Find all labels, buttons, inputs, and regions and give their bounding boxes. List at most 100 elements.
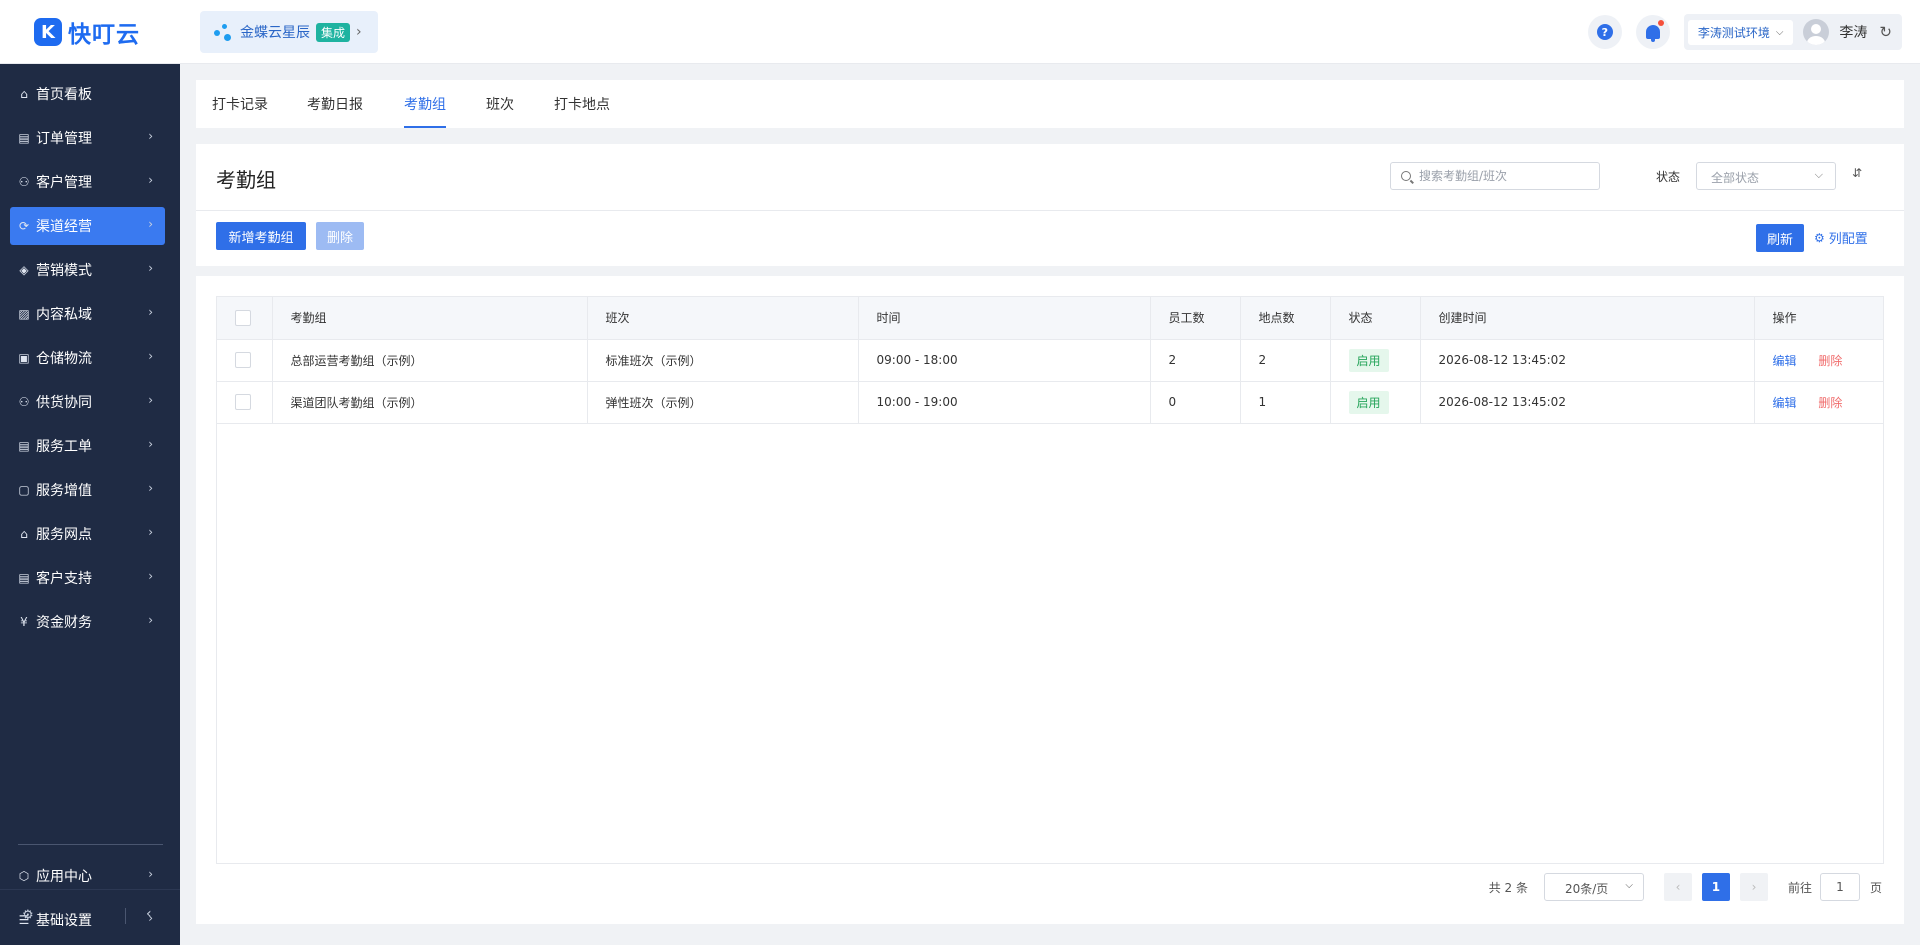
add-attendance-group-button[interactable]: 新增考勤组 — [216, 222, 306, 250]
user-icon: ⚇ — [18, 175, 30, 189]
ticket-icon: ▤ — [18, 439, 30, 453]
tab-punch-locations[interactable]: 打卡地点 — [554, 94, 610, 128]
table-row: 总部运营考勤组（示例） 标准班次（示例） 09:00 - 18:00 2 2 启… — [217, 339, 1883, 382]
cell-created: 2026-08-12 13:45:02 — [1420, 339, 1755, 382]
status-filter-label: 状态 — [1656, 170, 1681, 184]
page-number-button[interactable]: 1 — [1701, 873, 1730, 901]
edit-link[interactable]: 编辑 — [1773, 354, 1797, 368]
notification-button[interactable] — [1635, 15, 1670, 49]
delete-link[interactable]: 删除 — [1818, 354, 1842, 368]
column-config-button[interactable]: ⚙ 列配置 — [1814, 228, 1868, 248]
sidebar-item-label: 营销模式 — [36, 263, 92, 279]
support-icon: ▤ — [18, 571, 30, 585]
sidebar: ⌂ 首页看板 ▤ 订单管理 › ⚇ 客户管理 › ⟳ 渠道经营 › ◈ 营销模式 › ▨ 内容私域 › ▣ 仓储物流… — [0, 64, 180, 945]
cell-actions: 编辑 删除 — [1754, 381, 1883, 424]
status-filter-select[interactable]: 全部状态 ⌵ — [1696, 162, 1836, 190]
cell-group: 渠道团队考勤组（示例） — [272, 381, 588, 424]
delete-button[interactable]: 删除 — [316, 222, 364, 250]
sidebar-item-12[interactable]: ▤ 客户支持 › — [10, 559, 165, 597]
gear-icon[interactable]: ⚙ — [22, 908, 34, 923]
header-actions: ? 李涛测试环境 ⌵ 李涛 ↻ — [1587, 12, 1902, 52]
cell-group: 总部运营考勤组（示例） — [272, 339, 588, 382]
sidebar-item-5[interactable]: ◈ 营销模式 › — [10, 251, 165, 289]
edit-link[interactable]: 编辑 — [1773, 396, 1797, 410]
refresh-button[interactable]: 刷新 — [1756, 224, 1804, 252]
sidebar-item-9[interactable]: ▤ 服务工单 › — [10, 427, 165, 465]
integration-switcher[interactable]: 金蝶云星辰 集成 › — [200, 11, 378, 53]
footer-separator — [125, 908, 126, 924]
search-icon — [1401, 171, 1411, 181]
sidebar-item-8[interactable]: ⚇ 供货协同 › — [10, 383, 165, 421]
sidebar-item-7[interactable]: ▣ 仓储物流 › — [10, 339, 165, 377]
goto-page-input[interactable]: 1 — [1819, 873, 1860, 901]
help-button[interactable]: ? — [1587, 15, 1622, 49]
chevron-down-icon: ⌵ — [1625, 880, 1633, 891]
image-icon: ▨ — [18, 307, 30, 321]
sidebar-item-label: 渠道经营 — [36, 219, 92, 235]
data-table: 考勤组 班次 时间 员工数 地点数 状态 创建时间 操作 总部运营考勤组（示例）… — [216, 296, 1884, 864]
column-header-status: 状态 — [1330, 297, 1421, 340]
select-all-cell — [217, 297, 273, 340]
sidebar-item-1[interactable]: ⌂ 首页看板 — [10, 75, 165, 113]
column-header-time: 时间 — [858, 297, 1151, 340]
cell-locations: 1 — [1240, 381, 1331, 424]
sort-icon[interactable]: ⇵ — [1852, 166, 1862, 180]
sidebar-divider — [18, 844, 163, 845]
bag-icon: ▢ — [18, 483, 30, 497]
user-menu[interactable]: 李涛测试环境 ⌵ 李涛 ↻ — [1683, 14, 1902, 50]
row-select-cell — [217, 339, 273, 382]
tab-punch-records[interactable]: 打卡记录 — [212, 94, 268, 128]
avatar[interactable] — [1803, 19, 1830, 45]
sidebar-item-13[interactable]: ¥ 资金财务 › — [10, 603, 165, 641]
home-icon: ⌂ — [20, 87, 28, 101]
brand-logo[interactable]: K 快叮云 — [34, 16, 140, 48]
environment-selector[interactable]: 李涛测试环境 ⌵ — [1687, 19, 1794, 45]
chevron-right-icon: › — [148, 437, 153, 451]
cell-status: 启用 — [1330, 381, 1421, 424]
prev-page-button[interactable]: ‹ — [1663, 873, 1692, 901]
sidebar-item-label: 服务增值 — [36, 483, 92, 499]
table-header-row: 考勤组 班次 时间 员工数 地点数 状态 创建时间 操作 — [217, 297, 1883, 340]
sidebar-item-6[interactable]: ▨ 内容私域 › — [10, 295, 165, 333]
sidebar-footer: ⚙ ‹ — [0, 889, 180, 945]
chevron-down-icon: ⌵ — [1814, 168, 1823, 181]
pagination-total: 共 2 条 — [1488, 880, 1528, 895]
chevron-right-icon: › — [148, 867, 153, 881]
refresh-icon[interactable]: ↻ — [1879, 23, 1892, 41]
select-all-checkbox[interactable] — [235, 309, 251, 326]
row-checkbox[interactable] — [235, 352, 251, 368]
column-header-created: 创建时间 — [1420, 297, 1755, 340]
sidebar-item-11[interactable]: ⌂ 服务网点 › — [10, 515, 165, 553]
chevron-down-icon: ⌵ — [1775, 26, 1784, 38]
tab-attendance-daily[interactable]: 考勤日报 — [307, 94, 363, 128]
tab-shifts[interactable]: 班次 — [486, 94, 514, 128]
chevron-right-icon: › — [148, 569, 153, 583]
brand-name: 快叮云 — [68, 22, 140, 48]
warehouse-icon: ▣ — [18, 351, 30, 365]
cell-locations: 2 — [1240, 339, 1331, 382]
column-header-shift: 班次 — [587, 297, 859, 340]
sidebar-item-4[interactable]: ⟳ 渠道经营 › — [10, 207, 165, 245]
chevron-right-icon: › — [148, 613, 153, 627]
notification-dot — [1657, 20, 1664, 26]
cell-created: 2026-08-12 13:45:02 — [1420, 381, 1755, 424]
search-box[interactable] — [1390, 162, 1600, 190]
next-page-button[interactable]: › — [1739, 873, 1768, 901]
tab-attendance-group[interactable]: 考勤组 — [404, 94, 446, 128]
row-checkbox[interactable] — [235, 394, 251, 410]
page-size-select[interactable]: 20条/页 ⌵ — [1543, 873, 1644, 901]
sidebar-item-10[interactable]: ▢ 服务增值 › — [10, 471, 165, 509]
search-input[interactable] — [1419, 169, 1589, 183]
sidebar-item-label: 首页看板 — [36, 87, 92, 103]
sidebar-item-3[interactable]: ⚇ 客户管理 › — [10, 163, 165, 201]
chevron-right-icon: › — [148, 261, 153, 275]
collapse-sidebar-icon[interactable]: ‹ — [146, 906, 152, 922]
sidebar-item-2[interactable]: ▤ 订单管理 › — [10, 119, 165, 157]
table-card: 考勤组 班次 时间 员工数 地点数 状态 创建时间 操作 总部运营考勤组（示例）… — [196, 276, 1904, 924]
cell-employees: 0 — [1150, 381, 1241, 424]
page-size-value: 20条/页 — [1564, 882, 1609, 896]
user-name: 李涛 — [1839, 25, 1868, 41]
top-header: K 快叮云 金蝶云星辰 集成 › ? 李涛测试环境 ⌵ 李涛 ↻ — [0, 0, 1920, 64]
delete-link[interactable]: 删除 — [1818, 396, 1842, 410]
chevron-right-icon: › — [148, 349, 153, 363]
